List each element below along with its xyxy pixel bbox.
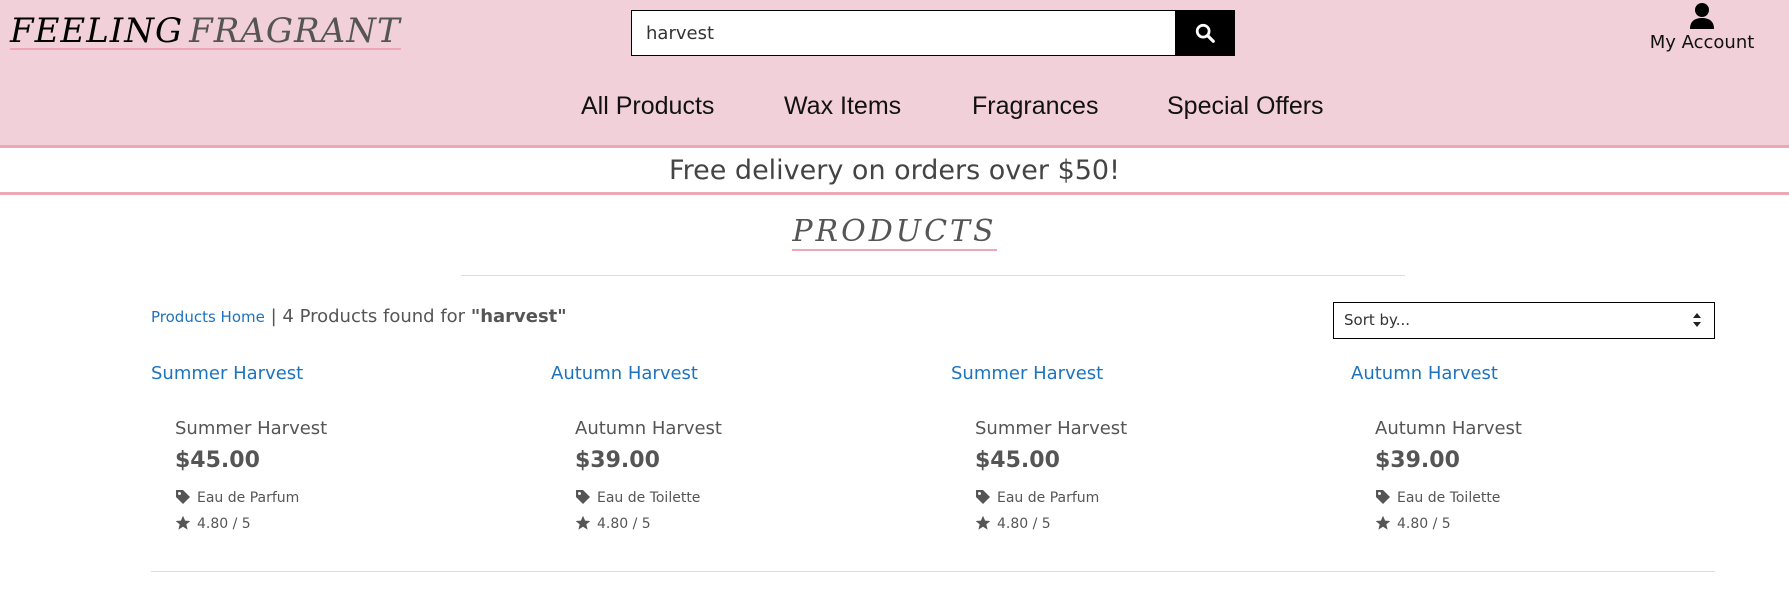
results-count: 4 Products found for [282,306,466,327]
product-rating-value: 4.80 / 5 [197,516,251,532]
site-logo[interactable]: FEELING FRAGRANT [10,14,401,50]
product-image[interactable]: Summer Harvest [951,363,1103,384]
product-rating: 4.80 / 5 [1375,515,1451,532]
product-rating-value: 4.80 / 5 [1397,516,1451,532]
logo-text-fragrant: FRAGRANT [189,11,401,51]
product-name[interactable]: Autumn Harvest [1375,418,1522,439]
search-button[interactable] [1175,11,1234,55]
product-image[interactable]: Autumn Harvest [551,363,698,384]
product-image-alt: Summer Harvest [151,363,304,384]
nav-item-special-offers[interactable]: Special Offers [1167,92,1324,121]
product-name[interactable]: Summer Harvest [175,418,327,439]
nav-item-wax-items[interactable]: Wax Items [784,92,901,121]
search-bar [631,10,1235,56]
product-rating: 4.80 / 5 [975,515,1051,532]
product-image[interactable]: Summer Harvest [151,363,303,384]
nav-item-fragrances[interactable]: Fragrances [972,92,1098,121]
search-input[interactable] [632,11,1176,55]
product-type-label: Eau de Parfum [197,490,300,506]
product-image[interactable]: Autumn Harvest [1351,363,1498,384]
page-title: PRODUCTS [0,214,1789,251]
tag-icon [976,490,990,504]
logo-text-feeling: FEELING [10,11,184,51]
results-query: "harvest" [470,306,567,327]
user-icon [1690,3,1714,29]
sort-caret-icon [1693,313,1701,327]
product-image-alt: Summer Harvest [951,363,1104,384]
star-icon [1375,515,1391,530]
product-card[interactable]: Summer Harvest Summer Harvest $45.00 Eau… [151,363,531,543]
tag-icon [176,490,190,504]
product-card[interactable]: Autumn Harvest Autumn Harvest $39.00 Eau… [1351,363,1731,543]
title-divider [461,275,1405,276]
product-type[interactable]: Eau de Toilette [1375,489,1500,506]
product-type[interactable]: Eau de Toilette [575,489,700,506]
product-rating-value: 4.80 / 5 [597,516,651,532]
product-rating: 4.80 / 5 [575,515,651,532]
product-type-label: Eau de Toilette [1397,490,1501,506]
product-rating-value: 4.80 / 5 [997,516,1051,532]
product-card[interactable]: Autumn Harvest Autumn Harvest $39.00 Eau… [551,363,931,543]
products-home-link[interactable]: Products Home [151,308,265,326]
product-type[interactable]: Eau de Parfum [975,489,1099,506]
results-divider [151,571,1715,572]
product-price: $39.00 [575,448,660,473]
my-account-link[interactable]: My Account [1640,2,1764,53]
nav-item-all-products[interactable]: All Products [581,92,714,121]
product-price: $45.00 [975,448,1060,473]
product-image-alt: Autumn Harvest [1351,363,1498,384]
sort-select[interactable]: Sort by... [1333,302,1715,339]
product-type[interactable]: Eau de Parfum [175,489,299,506]
product-image-alt: Autumn Harvest [551,363,698,384]
product-price: $39.00 [1375,448,1460,473]
star-icon [175,515,191,530]
product-name[interactable]: Summer Harvest [975,418,1127,439]
site-header: FEELINGFRAGRANT My Account All Products … [0,0,1789,148]
page-title-text: PRODUCTS [792,214,997,251]
tag-icon [1376,490,1390,504]
results-summary: Products Home | 4 Products found for "ha… [151,306,567,327]
main-nav: All Products Wax Items Fragrances Specia… [0,92,1789,132]
product-name[interactable]: Autumn Harvest [575,418,722,439]
star-icon [975,515,991,530]
sort-select-value: Sort by... [1344,311,1411,329]
my-account-label: My Account [1649,32,1755,53]
product-type-label: Eau de Toilette [597,490,701,506]
star-icon [575,515,591,530]
product-price: $45.00 [175,448,260,473]
promo-text: Free delivery on orders over $50! [669,155,1120,186]
breadcrumb-separator: | [270,306,277,327]
product-rating: 4.80 / 5 [175,515,251,532]
product-type-label: Eau de Parfum [997,490,1100,506]
product-card[interactable]: Summer Harvest Summer Harvest $45.00 Eau… [951,363,1331,543]
promo-banner: Free delivery on orders over $50! [0,151,1789,195]
search-icon [1195,23,1215,43]
tag-icon [576,490,590,504]
